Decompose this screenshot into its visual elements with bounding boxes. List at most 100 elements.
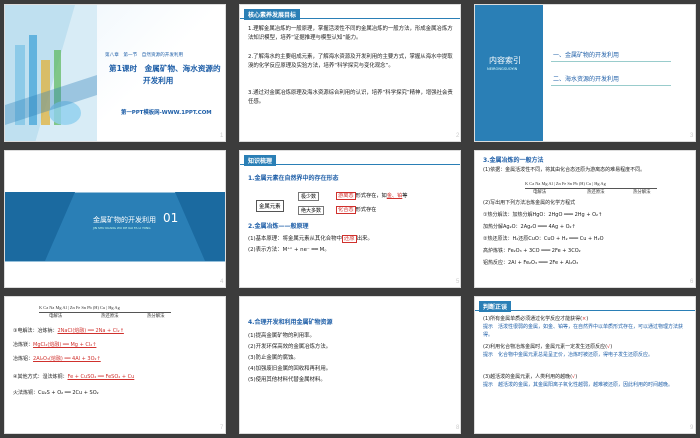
principle-text: (1)基本原理：将金属元素从其化合物中 bbox=[248, 236, 342, 242]
slide-thumbnail-6[interactable]: 3.金属冶炼的一般方法 (1)依据：金属活泼性不同，将其由化合态还原为游离态的难… bbox=[474, 150, 696, 288]
electrolysis-sodium-row: ③电解法：冶炼钠：2NaCl(熔融) ══ 2Na + Cl₂↑ bbox=[13, 327, 124, 336]
method-decomposition-label: 热分解法 bbox=[633, 189, 651, 194]
section-heading-1: 1.金属元素在自然界中的存在形态 bbox=[248, 175, 339, 182]
equation-ag2o: 加热分解Ag₂O：2Ag₂O ═══ 4Ag + O₂↑ bbox=[483, 224, 576, 230]
section-title-pinyin: JIN SHU KUANG WU DE KAI FA LI YONG bbox=[93, 226, 151, 230]
slide-thumbnail-5[interactable]: 知识梳理 1.金属元素在自然界中的存在形态 金属元素 极少数 绝大多数 游离态形… bbox=[239, 150, 461, 288]
index-divider-1 bbox=[551, 61, 671, 62]
fire-copper-row: 火法炼铜：Cu₂S + O₂ ══ 2Cu + SO₂ bbox=[13, 390, 99, 396]
index-item-2[interactable]: 二、海水资源的开发利用 bbox=[553, 74, 619, 83]
index-title: 内容索引 bbox=[489, 56, 521, 65]
slide-thumbnail-8[interactable]: 4.合理开发和利用金属矿物资源 (1)提高金属矿物的利用率。 (2)开发环保高效… bbox=[239, 296, 461, 434]
activity-series: K Ca Na Mg Al | Zn Fe Sn Pb (H) Cu | Hg … bbox=[39, 305, 120, 310]
chapter-subtitle: 第八章 第一节 自然资源的开发利用 bbox=[105, 53, 184, 58]
measure-5: (5)使用其他材料代替金属材料。 bbox=[248, 377, 326, 383]
question-3: (3)越活泼的金属元素，人类利用的越晚(√) bbox=[483, 374, 578, 380]
page-number-8: 8 bbox=[456, 425, 460, 431]
question-3-answer: √ bbox=[572, 374, 576, 380]
website-text: 第一PPT模板网-WWW.1PPT.COM bbox=[121, 110, 212, 116]
title-underline bbox=[240, 18, 460, 19]
index-divider-2 bbox=[551, 85, 671, 86]
equation-hgo: ①热分解法：加热分解HgO：2HgO ═══ 2Hg + O₂↑ bbox=[483, 212, 603, 218]
question-1: (1)所有金属单质必须通过化学反应才能获得(×) bbox=[483, 316, 589, 322]
representation-line: (2)表示方法：M⁺ⁿ + ne⁻ ══ M。 bbox=[248, 247, 330, 253]
slide-thumbnail-7[interactable]: K Ca Na Mg Al | Zn Fe Sn Pb (H) Cu | Hg … bbox=[4, 296, 226, 434]
hint-1: 提示 活泼性很弱的金属，如金、铂等，在自然界中以单质形式存在，可以通过物理方法获… bbox=[483, 324, 684, 338]
free-state-answer: 游离态 bbox=[336, 192, 356, 200]
title-underline bbox=[475, 310, 695, 311]
page-number-1: 1 bbox=[220, 133, 224, 139]
electrolysis-sodium-answer: 2NaCl(熔融) ══ 2Na + Cl₂↑ bbox=[57, 328, 124, 334]
goal-1: 1.理解金属冶炼的一般原理，掌握活泼性不同的金属冶炼的一般方法，形成金属冶炼方法… bbox=[248, 26, 453, 41]
principle-line: (1)基本原理：将金属元素从其化合物中 还原 出来。 bbox=[248, 235, 373, 244]
method-reduction-label: 热还原法 bbox=[587, 189, 605, 194]
electrolysis-aluminum-label: 冶炼铝： bbox=[13, 356, 34, 362]
measure-1: (1)提高金属矿物的利用率。 bbox=[248, 333, 315, 339]
method-reduction-label: 热还原法 bbox=[101, 313, 119, 318]
section-number: 01 bbox=[163, 211, 179, 225]
free-state-suffix: 形式存在，如 bbox=[355, 193, 387, 199]
slide-thumbnail-2[interactable]: 核心素养发展目标 1.理解金属冶炼的一般原理，掌握活泼性不同的金属冶炼的一般方法… bbox=[239, 4, 461, 142]
principle-answer: 还原 bbox=[341, 235, 357, 243]
title-underline bbox=[240, 164, 460, 165]
electrolysis-magnesium-label: 冶炼镁： bbox=[13, 342, 34, 348]
lab-glassware-image bbox=[5, 5, 97, 141]
combined-state-answer: 化合态 bbox=[336, 206, 356, 214]
equations-intro: (2)写出用下列方法冶炼金属的化学方程式 bbox=[483, 200, 576, 206]
hint-3: 提示 越活泼的金属，其金属阳离子氧化性越弱，越难被还原，因此利用的时间越晚。 bbox=[483, 382, 674, 388]
hint-2: 提示 化合物中金属元素总是呈正价，冶炼时被还原，得电子发生还原反应。 bbox=[483, 352, 654, 358]
equation-h2-cuo: ②热还原法：H₂还原CuO：CuO + H₂ ═══ Cu + H₂O bbox=[483, 236, 604, 242]
question-1-answer: × bbox=[582, 316, 587, 322]
index-subtitle: NEIRONGSUOYIN bbox=[487, 67, 518, 71]
index-item-1[interactable]: 一、金属矿物的开发利用 bbox=[553, 50, 619, 59]
goal-3: 3.通过对金属冶炼原理及海水资源综合利用的认识，培养“科学探究”精神，增强社会责… bbox=[248, 90, 453, 105]
question-2-text: (2)利用化合物冶炼金属时，金属元素一定发生还原反应( bbox=[483, 344, 608, 350]
question-2: (2)利用化合物冶炼金属时，金属元素一定发生还原反应(√) bbox=[483, 344, 613, 350]
index-band bbox=[475, 5, 543, 141]
section-heading-2: 2.金属冶炼——般原理 bbox=[248, 223, 309, 230]
page-number-3: 3 bbox=[690, 133, 694, 139]
equation-thermite: 铝热反应：2Al + Fe₂O₃ ═══ 2Fe + Al₂O₃ bbox=[483, 260, 579, 266]
page-number-2: 2 bbox=[456, 133, 460, 139]
method-electrolysis-label: 电解法 bbox=[533, 189, 547, 194]
question-1-text: (1)所有金属单质必须通过化学反应才能获得( bbox=[483, 316, 583, 322]
electrolysis-magnesium-row: 冶炼镁：MgCl₂(熔融) ══ Mg + Cl₂↑ bbox=[13, 341, 96, 350]
measure-2: (2)开发环保高效的金属冶炼方法。 bbox=[248, 344, 332, 350]
combined-state-suffix: 形式存在 bbox=[355, 207, 377, 213]
question-2-answer: √ bbox=[607, 344, 611, 350]
measure-3: (3)防止金属的腐蚀。 bbox=[248, 355, 299, 361]
question-3-text: (3)越活泼的金属元素，人类利用的越晚( bbox=[483, 374, 573, 380]
section-heading: 4.合理开发和利用金属矿物资源 bbox=[248, 319, 333, 326]
lesson-title-line-2: 开发利用 bbox=[143, 76, 174, 85]
electrolysis-aluminum-row: 冶炼铝：2Al₂O₃(熔融) ══ 4Al + 3O₂↑ bbox=[13, 355, 101, 364]
page-number-7: 7 bbox=[220, 425, 224, 431]
free-state-row: 游离态 形式存在，如金、铂等 bbox=[336, 192, 408, 200]
basis-line: (1)依据：金属活泼性不同，将其由化合态还原为游离态的难易程度不同。 bbox=[483, 167, 646, 173]
measure-4: (4)加强废旧金属的回收和再利用。 bbox=[248, 366, 332, 372]
principle-tail: 出来。 bbox=[356, 236, 373, 242]
electrolysis-magnesium-answer: MgCl₂(熔融) ══ Mg + Cl₂↑ bbox=[33, 342, 97, 348]
section-title: 金属矿物的开发利用 bbox=[93, 216, 156, 224]
page-number-4: 4 bbox=[220, 279, 224, 285]
method-decomposition-label: 热分解法 bbox=[147, 313, 165, 318]
slide-thumbnail-4[interactable]: 金属矿物的开发利用 JIN SHU KUANG WU DE KAI FA LI … bbox=[4, 150, 226, 288]
slide-thumbnail-3[interactable]: 内容索引 NEIRONGSUOYIN 一、金属矿物的开发利用 二、海水资源的开发… bbox=[474, 4, 696, 142]
slide-thumbnail-1[interactable]: 第八章 第一节 自然资源的开发利用 第1课时 金属矿物、海水资源的 开发利用 第… bbox=[4, 4, 226, 142]
node-majority: 绝大多数 bbox=[298, 206, 325, 215]
node-minority: 极少数 bbox=[298, 192, 320, 201]
slide-thumbnail-9[interactable]: 判断正误 (1)所有金属单质必须通过化学反应才能获得(×) 提示 活泼性很弱的金… bbox=[474, 296, 696, 434]
page-number-6: 6 bbox=[690, 279, 694, 285]
electrolysis-sodium-label: ③电解法：冶炼钠： bbox=[13, 328, 58, 334]
free-state-etc: 等 bbox=[402, 193, 408, 199]
electrolysis-aluminum-answer: 2Al₂O₃(熔融) ══ 4Al + 3O₂↑ bbox=[33, 356, 101, 362]
page-number-9: 9 bbox=[690, 425, 694, 431]
goal-2: 2.了解海水的主要组成元素，了解海水资源及开发利用的主要方式，掌握从海水中提取溴… bbox=[248, 54, 453, 69]
wet-copper-row: ④其他方式：湿法炼铜：Fe + CuSO₄ ══ FeSO₄ + Cu bbox=[13, 373, 134, 382]
section-heading: 3.金属冶炼的一般方法 bbox=[483, 157, 544, 164]
wet-copper-answer: Fe + CuSO₄ ══ FeSO₄ + Cu bbox=[67, 374, 135, 380]
lesson-title-line-1: 第1课时 金属矿物、海水资源的 bbox=[109, 64, 221, 73]
free-state-examples: 金、铂 bbox=[386, 193, 403, 199]
metal-element-box: 金属元素 bbox=[256, 200, 284, 212]
combined-state-row: 化合态 形式存在 bbox=[336, 206, 377, 214]
method-electrolysis-label: 电解法 bbox=[49, 313, 63, 318]
